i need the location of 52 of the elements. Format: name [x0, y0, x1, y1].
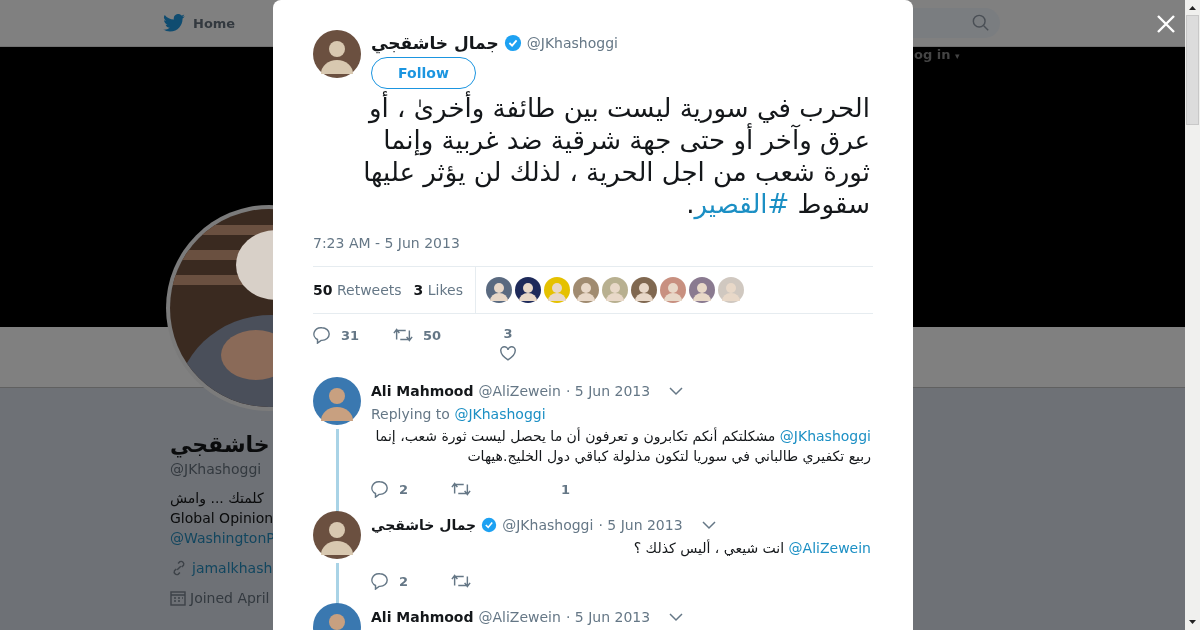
- hashtag-link[interactable]: #القصير: [694, 189, 790, 219]
- retweets-count[interactable]: 50 Retweets: [313, 282, 402, 298]
- joined-date: Joined April: [190, 589, 270, 608]
- avatar[interactable]: [515, 277, 541, 303]
- reply-date[interactable]: · 5 Jun 2013: [565, 383, 651, 399]
- home-link[interactable]: Home: [163, 14, 236, 32]
- avatar: [313, 511, 361, 559]
- avatar: [313, 377, 361, 425]
- retweet-button[interactable]: 50: [393, 326, 473, 344]
- profile-bio: كلمتك ... وامش: [170, 489, 265, 508]
- reply-icon: [313, 326, 331, 344]
- reply-date[interactable]: · 5 Jun 2013: [598, 517, 683, 533]
- profile-handle: @JKhashoggi: [170, 460, 262, 479]
- likes-count[interactable]: 3 Likes: [413, 282, 463, 298]
- reply-icon: [371, 572, 389, 590]
- bird-icon: [163, 14, 185, 32]
- reply-icon: [371, 480, 389, 498]
- replying-label: Replying to: [371, 406, 450, 422]
- author-handle[interactable]: @JKhashoggi: [526, 35, 618, 51]
- chevron-icon[interactable]: [701, 520, 716, 530]
- retweet-icon: [451, 480, 471, 498]
- mention-link[interactable]: @JKhashoggi: [779, 428, 871, 444]
- author-name[interactable]: جمال خاشقجي: [371, 517, 477, 533]
- reply-button[interactable]: 2: [371, 480, 451, 498]
- author-name[interactable]: Ali Mahmood: [371, 383, 474, 399]
- like-count[interactable]: 1: [531, 481, 571, 497]
- heart-icon: [499, 345, 517, 362]
- author-handle[interactable]: @AliZewein: [478, 383, 561, 399]
- search-icon: [972, 14, 990, 32]
- like-button[interactable]: 3: [473, 326, 543, 362]
- reply-date[interactable]: · 5 Jun 2013: [565, 609, 651, 625]
- tweet-timestamp[interactable]: 7:23 AM - 5 Jun 2013: [313, 234, 460, 252]
- tweet-text: الحرب في سورية ليست بين طائفة وأخرىٰ ، أو عرق وآخر أو حتى جهة شرقية ضد غربية وإنما ثورة شعب من اجل الحرية ، لذلك لن يؤثر عليها سقوط #القصير.: [362, 92, 870, 220]
- author-handle[interactable]: @AliZewein: [478, 609, 561, 625]
- author-name[interactable]: Ali Mahmood: [371, 609, 474, 625]
- chevron-icon[interactable]: [669, 612, 684, 622]
- scrollbar[interactable]: [1185, 0, 1200, 630]
- calendar-icon: [170, 590, 186, 606]
- reply-button[interactable]: 31: [313, 326, 393, 344]
- mention-link[interactable]: @JKhashoggi: [454, 406, 546, 422]
- follow-button[interactable]: Follow: [371, 57, 476, 89]
- profile-name: خاشقجي: [170, 432, 270, 458]
- chevron-icon[interactable]: [669, 386, 684, 396]
- retweet-icon: [451, 572, 471, 590]
- scroll-thumb[interactable]: [1186, 15, 1199, 125]
- profile-bio: Global Opinion: [170, 509, 274, 528]
- author-name[interactable]: جمال خاشقجي: [371, 33, 499, 53]
- retweet-icon: [393, 326, 413, 344]
- reply-button[interactable]: 2: [371, 572, 451, 590]
- avatar: [313, 30, 361, 78]
- author-handle[interactable]: @JKhashoggi: [502, 517, 594, 533]
- mention-link[interactable]: @AliZewein: [788, 540, 871, 556]
